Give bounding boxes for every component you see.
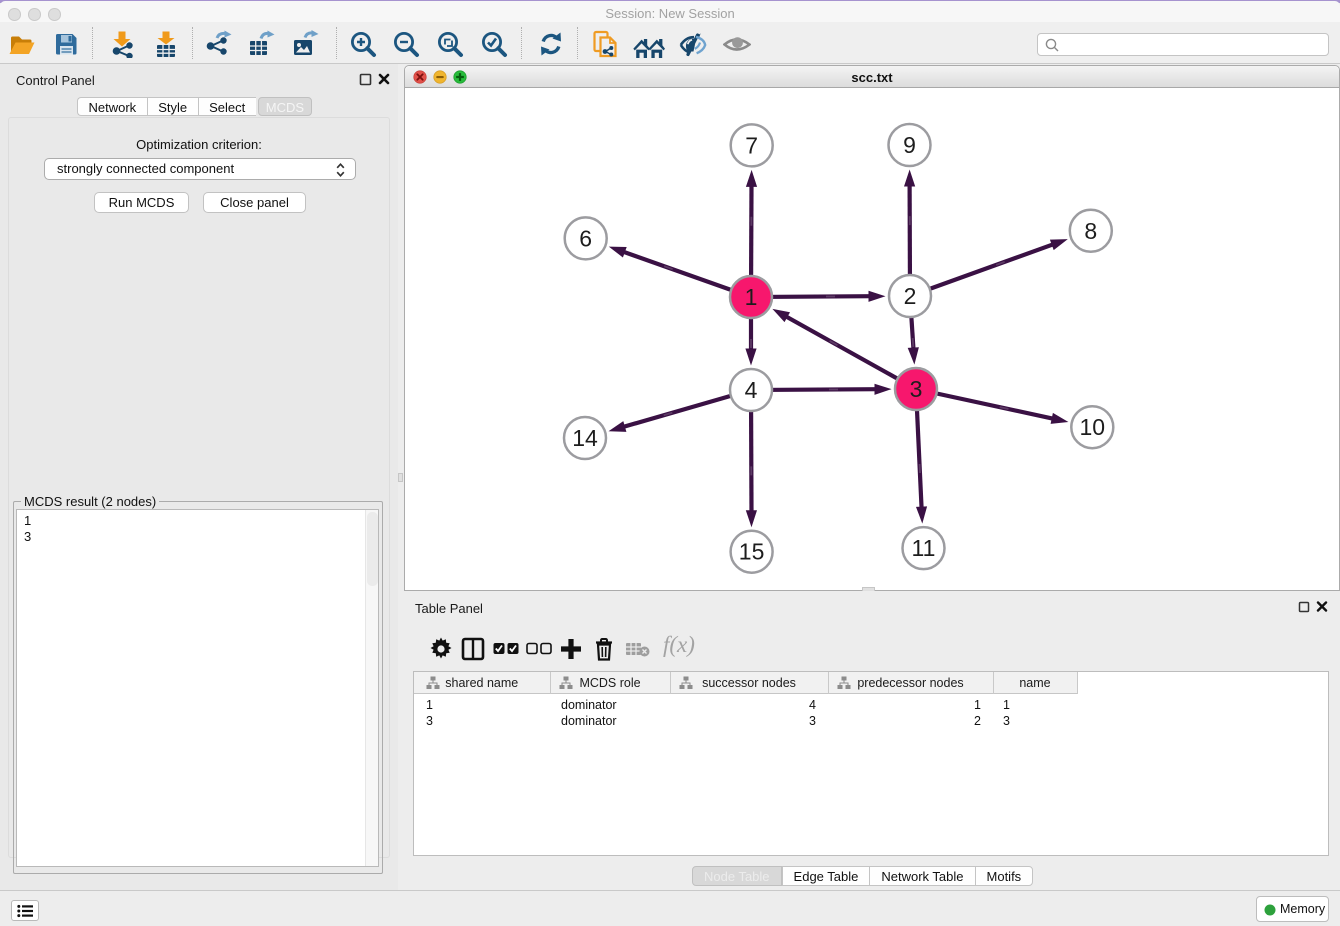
svg-text:10: 10 — [1080, 414, 1106, 440]
svg-text:3: 3 — [910, 376, 923, 402]
svg-text:7: 7 — [745, 132, 758, 158]
svg-text:9: 9 — [903, 132, 916, 158]
svg-text:6: 6 — [579, 225, 592, 251]
svg-text:4: 4 — [745, 377, 758, 403]
svg-text:14: 14 — [572, 425, 598, 451]
svg-text:8: 8 — [1084, 218, 1097, 244]
svg-text:2: 2 — [904, 283, 917, 309]
svg-text:11: 11 — [912, 535, 936, 561]
svg-text:15: 15 — [739, 539, 765, 565]
svg-text:1: 1 — [745, 284, 758, 310]
